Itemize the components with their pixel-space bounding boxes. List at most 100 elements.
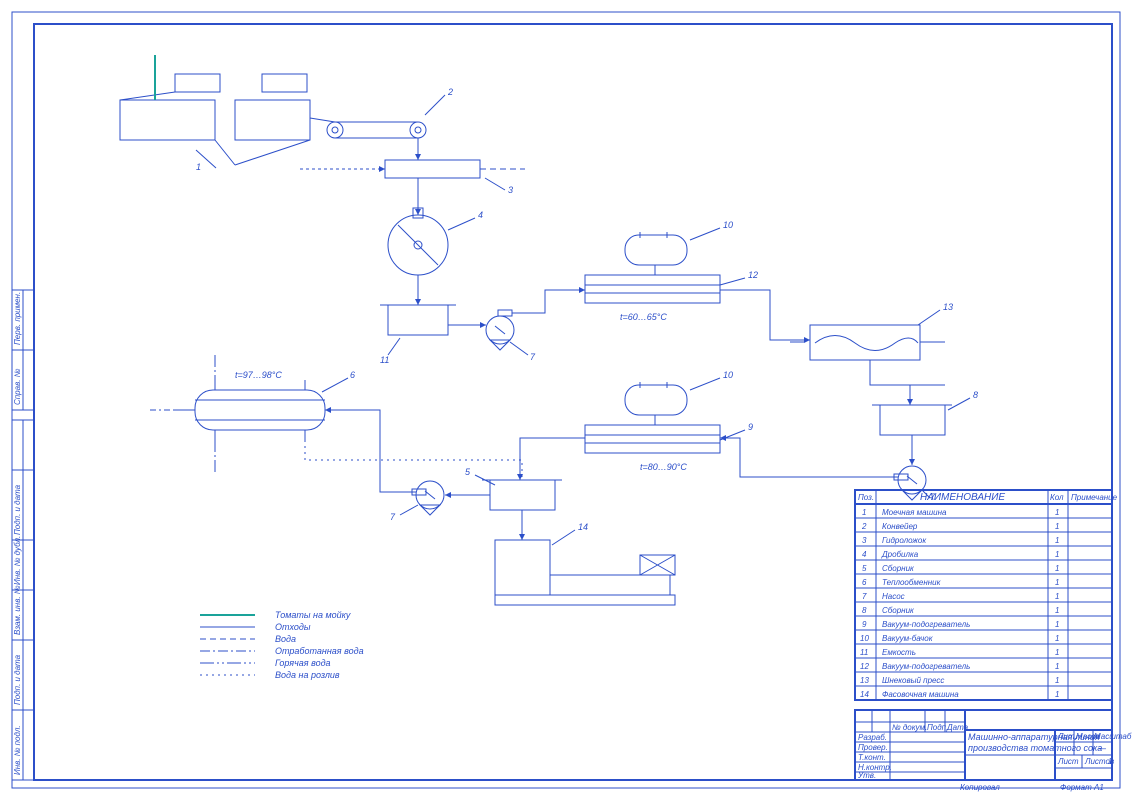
tb-col-1: Подп. bbox=[927, 723, 948, 732]
pl-r9-pos: 10 bbox=[860, 634, 869, 643]
legend-5: Вода на розлив bbox=[275, 670, 340, 680]
callout-3: 3 bbox=[508, 185, 513, 195]
tb-scale-l: Масштаб bbox=[1094, 732, 1132, 741]
anno-t3: t=80…90°C bbox=[640, 462, 687, 472]
pl-r10-name: Емкость bbox=[882, 648, 916, 657]
pl-r4-name: Сборник bbox=[882, 564, 915, 573]
title-block: Разраб. Провер. Т.конт. Н.контр. Утв. № … bbox=[855, 710, 1132, 780]
callout-8: 8 bbox=[973, 390, 978, 400]
anno-t1: t=97…98°C bbox=[235, 370, 282, 380]
pl-r12-name: Шнековый пресс bbox=[882, 676, 944, 685]
pl-r11-name: Вакуум-подогреватель bbox=[882, 662, 970, 671]
pl-r0-qty: 1 bbox=[1055, 508, 1059, 517]
pl-r9-name: Вакуум-бачок bbox=[882, 634, 934, 643]
tb-listval: 1 bbox=[1108, 757, 1112, 766]
pl-r8-name: Вакуум-подогреватель bbox=[882, 620, 970, 629]
pl-r10-pos: 11 bbox=[860, 648, 868, 657]
legend-4: Горячая вода bbox=[275, 658, 331, 668]
legend-1: Отходы bbox=[275, 622, 311, 632]
pl-r13-qty: 1 bbox=[1055, 690, 1059, 699]
station-2-conveyor bbox=[310, 118, 426, 138]
station-11-tank bbox=[380, 275, 456, 335]
pl-r5-pos: 6 bbox=[862, 578, 867, 587]
pl-rows: 1 Моечная машина 1 2 Конвейер 1 3 Гидрол… bbox=[855, 508, 1112, 699]
pl-r3-pos: 4 bbox=[862, 550, 867, 559]
tb-role-1: Провер. bbox=[858, 743, 888, 752]
station-1-washing bbox=[120, 55, 310, 165]
side-label-3: Инв. № дубл. bbox=[13, 536, 22, 585]
parts-list: Поз. НАИМЕНОВАНИЕ Кол Примечание 1 Моечн… bbox=[855, 490, 1118, 700]
pl-r2-pos: 3 bbox=[862, 536, 867, 545]
station-4-crusher bbox=[388, 178, 448, 275]
station-12-vacuum-heater bbox=[585, 232, 720, 303]
callout-10b: 10 bbox=[723, 370, 733, 380]
tb-scale: — bbox=[1097, 744, 1107, 753]
side-label-2: Взам. инв. № bbox=[13, 585, 22, 635]
tb-role-0: Разраб. bbox=[858, 733, 887, 742]
callout-2: 2 bbox=[447, 87, 453, 97]
pl-r3-name: Дробилка bbox=[881, 550, 919, 559]
pl-r0-name: Моечная машина bbox=[882, 508, 947, 517]
pl-h-name: НАИМЕНОВАНИЕ bbox=[920, 492, 1005, 503]
pl-r7-pos: 8 bbox=[862, 606, 867, 615]
side-label-4: Подп. и дата bbox=[13, 484, 22, 535]
pl-r4-pos: 5 bbox=[862, 564, 867, 573]
side-label-1: Подп. и дата bbox=[13, 654, 22, 705]
tb-stage: Лит. bbox=[1057, 732, 1077, 741]
pl-h-pos: Поз. bbox=[858, 493, 874, 502]
pl-r2-qty: 1 bbox=[1055, 536, 1059, 545]
pl-r1-qty: 1 bbox=[1055, 522, 1059, 531]
pl-h-note: Примечание bbox=[1071, 493, 1118, 502]
pl-r2-name: Гидроложок bbox=[882, 536, 927, 545]
pl-r12-qty: 1 bbox=[1055, 676, 1059, 685]
station-8-collector bbox=[870, 360, 952, 435]
pl-r11-pos: 12 bbox=[860, 662, 869, 671]
pl-r7-name: Сборник bbox=[882, 606, 915, 615]
pl-r6-name: Насос bbox=[882, 592, 905, 601]
pl-h-qty: Кол bbox=[1050, 493, 1064, 502]
drawing-canvas: Инв. № подл. Подп. и дата Взам. инв. № И… bbox=[0, 0, 1132, 800]
side-label-5: Справ. № bbox=[13, 368, 22, 405]
station-3-hydrochute bbox=[300, 160, 525, 178]
copy-label: Копировал bbox=[960, 783, 1000, 792]
pl-r12-pos: 13 bbox=[860, 676, 869, 685]
tb-role-4: Утв. bbox=[857, 771, 876, 780]
pl-r6-qty: 1 bbox=[1055, 592, 1059, 601]
process-flow: 1 2 3 4 bbox=[120, 55, 978, 605]
legend-3: Отработанная вода bbox=[275, 646, 364, 656]
tb-list: Лист bbox=[1057, 757, 1079, 766]
callout-13: 13 bbox=[943, 302, 953, 312]
format-label: Формат A1 bbox=[1060, 783, 1104, 792]
tb-col-0: № докум. bbox=[892, 723, 927, 732]
pl-r5-qty: 1 bbox=[1055, 578, 1059, 587]
pl-r7-qty: 1 bbox=[1055, 606, 1059, 615]
pl-r3-qty: 1 bbox=[1055, 550, 1059, 559]
station-9-vacuum-heater bbox=[585, 382, 720, 453]
callout-4: 4 bbox=[478, 210, 483, 220]
station-7-pump-c bbox=[412, 481, 490, 515]
pl-r4-qty: 1 bbox=[1055, 564, 1059, 573]
callout-1: 1 bbox=[196, 162, 201, 172]
callout-12: 12 bbox=[748, 270, 758, 280]
legend-2: Вода bbox=[275, 634, 296, 644]
callout-11: 11 bbox=[380, 355, 389, 365]
legend: Томаты на мойку Отходы Вода Отработанная… bbox=[200, 610, 364, 680]
side-stamp: Инв. № подл. Подп. и дата Взам. инв. № И… bbox=[12, 290, 34, 780]
callout-7c: 7 bbox=[390, 512, 396, 522]
pl-r8-qty: 1 bbox=[1055, 620, 1059, 629]
tb-title2: производства томатного сока bbox=[968, 743, 1102, 753]
pl-r8-pos: 9 bbox=[862, 620, 867, 629]
callout-14: 14 bbox=[578, 522, 588, 532]
pl-r5-name: Теплообменник bbox=[882, 578, 942, 587]
pl-r1-name: Конвейер bbox=[882, 522, 918, 531]
pl-r0-pos: 1 bbox=[862, 508, 866, 517]
side-label-6: Перв. примен. bbox=[13, 292, 22, 345]
pl-r13-name: Фасовочная машина bbox=[882, 690, 959, 699]
callout-6: 6 bbox=[350, 370, 355, 380]
pl-r1-pos: 2 bbox=[861, 522, 867, 531]
station-7-pump-a bbox=[448, 310, 514, 350]
pl-r9-qty: 1 bbox=[1055, 634, 1059, 643]
station-14-filling bbox=[495, 540, 675, 605]
pl-r11-qty: 1 bbox=[1055, 662, 1059, 671]
side-label-0: Инв. № подл. bbox=[13, 725, 22, 775]
